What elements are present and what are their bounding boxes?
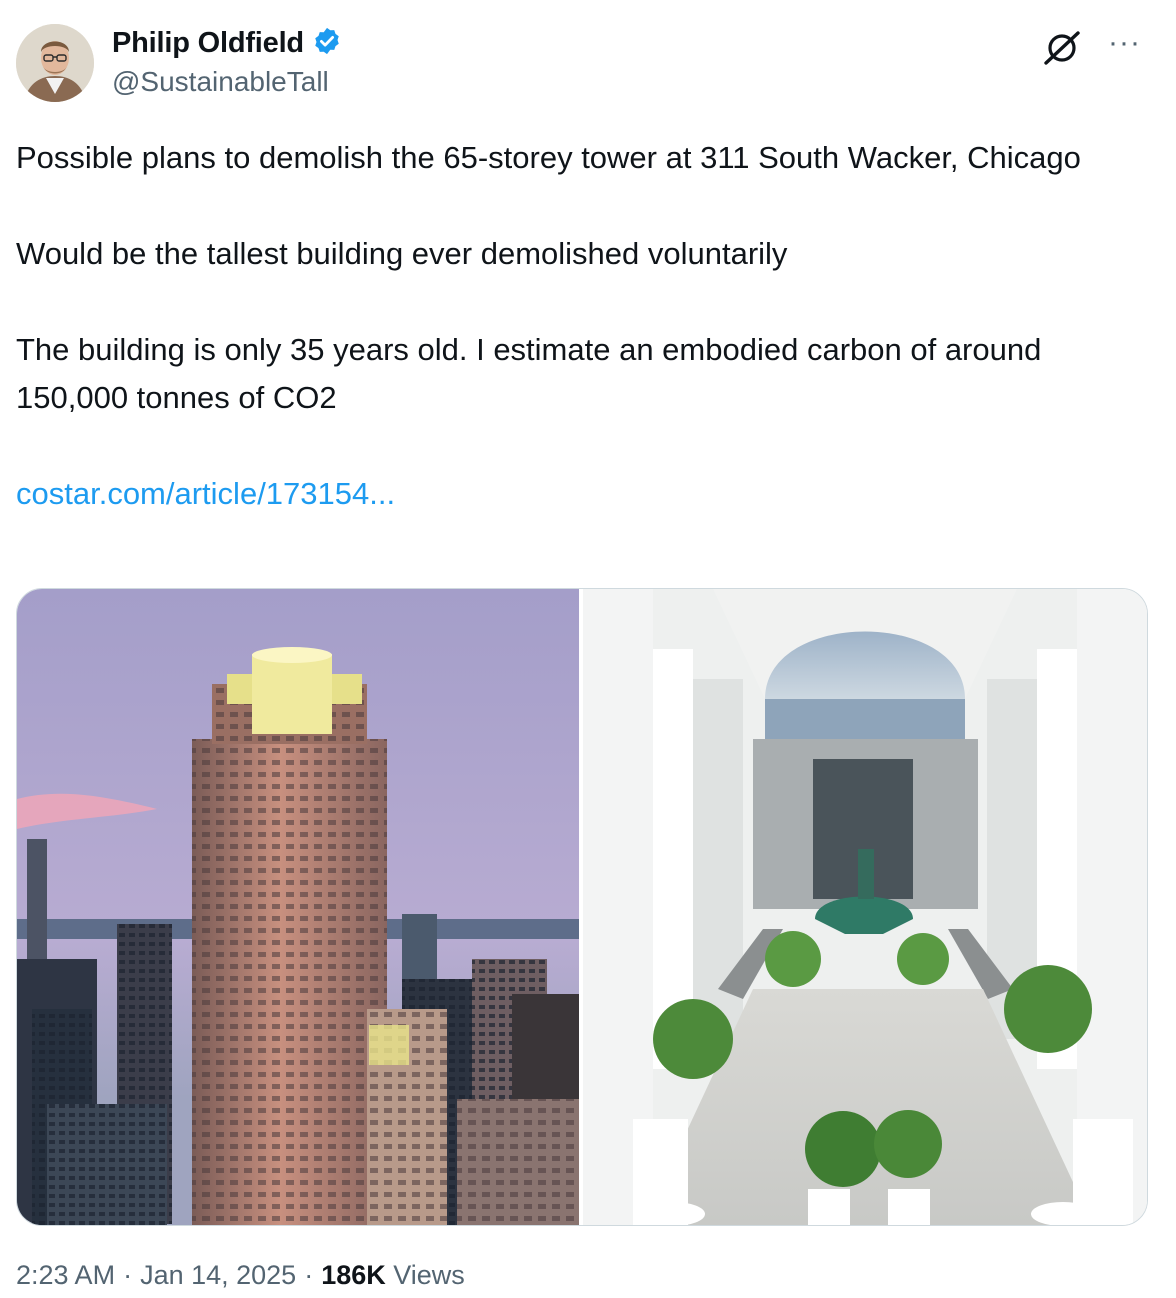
- more-icon[interactable]: ···: [1108, 26, 1141, 60]
- separator: ·: [304, 1260, 314, 1290]
- author-name-row: Philip Oldfield: [112, 26, 342, 61]
- avatar-image: [16, 24, 94, 102]
- tweet-date[interactable]: Jan 14, 2025: [140, 1260, 296, 1291]
- media-grid: [16, 588, 1148, 1226]
- views-count: 186K: [321, 1260, 386, 1290]
- separator: ·: [123, 1260, 133, 1290]
- verified-badge-icon: [312, 26, 342, 61]
- tweet-meta: 2:23 AM · Jan 14, 2025 · 186K Views: [16, 1260, 465, 1291]
- tweet-paragraph-3: The building is only 35 years old. I est…: [16, 332, 1042, 415]
- tweet-paragraph-1: Possible plans to demolish the 65-storey…: [16, 140, 1081, 175]
- tweet-paragraph-2: Would be the tallest building ever demol…: [16, 236, 788, 271]
- avatar[interactable]: [16, 24, 94, 102]
- tweet-text: Possible plans to demolish the 65-storey…: [16, 134, 1136, 518]
- article-link[interactable]: costar.com/article/173154...: [16, 476, 395, 511]
- tweet-time[interactable]: 2:23 AM: [16, 1260, 115, 1291]
- author-name[interactable]: Philip Oldfield: [112, 27, 304, 60]
- grok-icon[interactable]: [1040, 30, 1086, 66]
- author-handle[interactable]: @SustainableTall: [112, 66, 329, 98]
- tower-photo[interactable]: [17, 589, 579, 1225]
- views-label: Views: [393, 1260, 465, 1290]
- atrium-photo[interactable]: [583, 589, 1147, 1225]
